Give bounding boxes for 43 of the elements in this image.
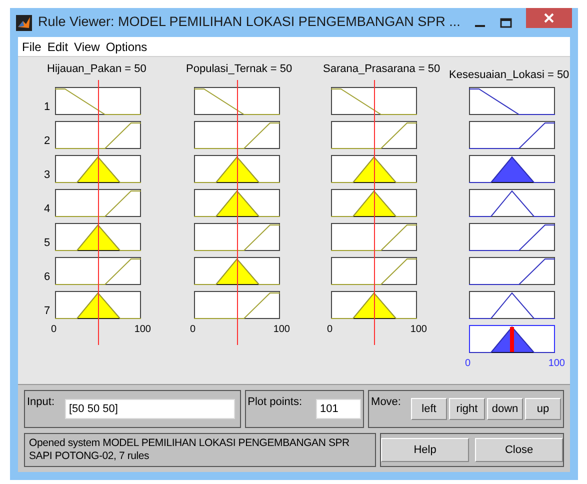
help-button[interactable]: Help xyxy=(381,438,469,462)
close-button[interactable]: Close xyxy=(475,438,563,462)
input-label: Populasi_Ternak = 50 xyxy=(186,63,292,76)
input-label: Sarana_Prasarana = 50 xyxy=(323,63,440,76)
axis-tick-label: 0 xyxy=(51,323,57,338)
move-button[interactable]: down xyxy=(487,398,523,420)
rule-number: 2 xyxy=(44,134,50,150)
menu-item[interactable]: File xyxy=(22,38,42,56)
status-message: Opened system MODEL PEMILIHAN LOKASI PENGEMBANGAN SPR SAPI POTONG-02, 7 rules xyxy=(29,436,350,463)
rule-number: 1 xyxy=(44,100,50,116)
app-icon xyxy=(16,14,32,31)
input-indicator-line[interactable] xyxy=(374,80,375,346)
menu-item[interactable]: Options xyxy=(106,38,148,56)
move-label: Move: xyxy=(371,394,401,410)
axis-tick-label: 100 xyxy=(273,323,290,338)
menu-item[interactable]: View xyxy=(74,38,100,56)
axis-tick-label: 0 xyxy=(190,323,196,338)
plot-points-label: Plot points: xyxy=(248,394,302,410)
rule-number: 7 xyxy=(44,304,50,320)
input-field[interactable]: [50 50 50] xyxy=(65,398,235,419)
rule-number: 5 xyxy=(44,236,50,252)
axis-tick-label: 0 xyxy=(465,357,471,372)
plot-points-field[interactable]: 101 xyxy=(316,398,362,419)
rule-number: 3 xyxy=(44,168,50,184)
move-button[interactable]: up xyxy=(525,398,561,420)
input-label: Hijauan_Pakan = 50 xyxy=(47,63,148,76)
rule-number: 6 xyxy=(44,270,50,286)
output-label: Kesesuaian_Lokasi = 50 xyxy=(449,69,570,82)
input-indicator-line[interactable] xyxy=(98,80,99,346)
move-button[interactable]: right xyxy=(449,398,485,420)
rule-number: 4 xyxy=(44,202,50,218)
window-title: Rule Viewer: MODEL PEMILIHAN LOKASI PENGEMBANGAN SPR ... xyxy=(38,13,460,32)
axis-tick-label: 100 xyxy=(410,323,427,338)
axis-tick-label: 100 xyxy=(134,323,151,338)
menu-item[interactable]: Edit xyxy=(47,38,68,56)
close-icon xyxy=(544,13,554,23)
axis-tick-label: 100 xyxy=(548,357,565,372)
move-button[interactable]: left xyxy=(411,398,447,420)
input-indicator-line[interactable] xyxy=(237,80,238,346)
close-button[interactable] xyxy=(526,8,572,28)
maximize-icon[interactable] xyxy=(500,16,512,29)
axis-tick-label: 0 xyxy=(327,323,333,338)
input-label: Input: xyxy=(27,394,56,410)
